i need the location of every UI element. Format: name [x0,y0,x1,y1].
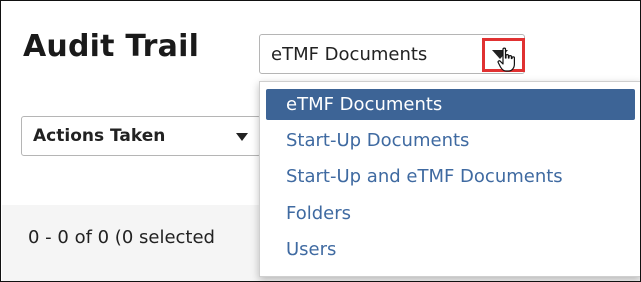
actions-taken-select-value: Actions Taken [33,126,166,146]
option-folders[interactable]: Folders [266,198,635,229]
option-users[interactable]: Users [266,234,635,265]
option-etmf-documents[interactable]: eTMF Documents [266,89,635,120]
audit-trail-panel: Audit Trail eTMF Documents Actions Taken… [0,0,641,282]
option-start-up-documents[interactable]: Start-Up Documents [266,125,635,156]
results-count: 0 - 0 of 0 (0 selected [28,227,215,248]
page-title: Audit Trail [23,29,200,64]
document-type-options-list: eTMF Documents Start-Up Documents Start-… [259,81,640,277]
document-type-dropdown-button[interactable] [482,38,525,72]
hand-pointer-icon [497,47,515,72]
document-type-select-value: eTMF Documents [271,44,428,65]
dropdown-arrow-icon [236,133,248,141]
option-start-up-and-etmf-documents[interactable]: Start-Up and eTMF Documents [266,161,635,192]
actions-taken-select[interactable]: Actions Taken [21,116,261,156]
